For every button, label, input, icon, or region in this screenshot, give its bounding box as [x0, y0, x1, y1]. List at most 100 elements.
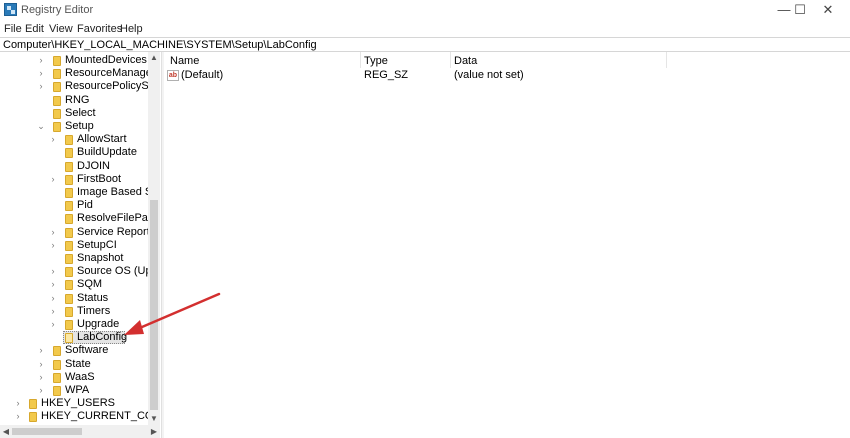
tree-item-label: ResourceManager — [65, 67, 148, 80]
tree-item-label: RNG — [65, 93, 90, 106]
tree-item-setupci[interactable]: › SetupCI — [0, 239, 148, 252]
tree-item-hkey-users[interactable]: › HKEY_USERS — [0, 397, 148, 410]
folder-icon — [65, 240, 73, 251]
tree-item-software[interactable]: › Software — [0, 344, 148, 357]
column-divider[interactable] — [450, 52, 451, 68]
scroll-thumb-horizontal[interactable] — [12, 428, 82, 435]
chevron-down-icon[interactable]: ⌄ — [37, 120, 45, 133]
tree-item-pid[interactable]: Pid — [0, 199, 148, 212]
tree-item-buildupdate[interactable]: BuildUpdate — [0, 146, 148, 159]
folder-icon — [53, 82, 61, 93]
menu-bar: File Edit View Favorites Help — [0, 20, 850, 37]
chevron-right-icon[interactable]: › — [49, 133, 57, 146]
folder-icon — [53, 69, 61, 80]
column-divider[interactable] — [360, 52, 361, 68]
tree-item-label: FirstBoot — [77, 172, 122, 185]
folder-icon — [53, 386, 61, 396]
column-header-data[interactable]: Data — [454, 54, 477, 68]
menu-favorites[interactable]: Favorites — [77, 23, 122, 35]
tree-item-mounteddevices[interactable]: › MountedDevices — [0, 54, 148, 67]
tree-vertical-scrollbar[interactable]: ▲ ▼ — [148, 52, 160, 425]
tree-item-labconfig[interactable]: LabConfig — [0, 331, 148, 345]
scroll-thumb[interactable] — [150, 200, 158, 410]
column-header-type[interactable]: Type — [364, 54, 388, 68]
tree-item-select[interactable]: Select — [0, 107, 148, 120]
chevron-right-icon[interactable]: › — [49, 278, 57, 291]
tree-horizontal-scrollbar[interactable]: ◀ ▶ — [0, 425, 160, 438]
chevron-right-icon[interactable]: › — [37, 67, 45, 80]
tree-item-allowstart[interactable]: › AllowStart — [0, 133, 148, 146]
folder-icon — [65, 267, 73, 278]
chevron-right-icon[interactable]: › — [37, 80, 45, 93]
folder-icon — [29, 412, 37, 423]
chevron-right-icon[interactable]: › — [49, 318, 57, 331]
folder-icon — [65, 306, 73, 317]
tree-item-state[interactable]: › State — [0, 358, 148, 371]
chevron-right-icon[interactable]: › — [37, 371, 45, 384]
column-divider[interactable] — [666, 52, 667, 68]
tree-item-waas[interactable]: › WaaS — [0, 371, 148, 384]
chevron-right-icon[interactable]: › — [49, 226, 57, 239]
tree-item-resolvefilepaths[interactable]: ResolveFilePaths — [0, 212, 148, 225]
chevron-right-icon[interactable]: › — [14, 397, 22, 410]
scroll-left-icon[interactable]: ◀ — [0, 425, 12, 438]
column-header-name[interactable]: Name — [170, 54, 199, 68]
address-path[interactable]: Computer\HKEY_LOCAL_MACHINE\SYSTEM\Setup… — [3, 39, 317, 51]
chevron-right-icon[interactable]: › — [37, 384, 45, 397]
tree-item-service-reporting[interactable]: › Service Reporting — [0, 226, 148, 239]
tree-item-upgrade[interactable]: › Upgrade — [0, 318, 148, 331]
tree-item-hkey-current-config[interactable]: › HKEY_CURRENT_CONFIG — [0, 410, 148, 423]
tree-item-label: Upgrade — [77, 318, 120, 330]
menu-help[interactable]: Help — [120, 23, 143, 35]
scroll-right-icon[interactable]: ▶ — [148, 425, 160, 438]
folder-icon — [53, 56, 61, 66]
scroll-up-icon[interactable]: ▲ — [148, 52, 160, 64]
tree-item-label: State — [65, 357, 91, 370]
tree-item-source-os-updat[interactable]: › Source OS (Updat — [0, 265, 148, 278]
value-data: (value not set) — [454, 69, 524, 81]
folder-icon — [53, 346, 61, 357]
folder-icon — [53, 122, 61, 132]
value-row[interactable]: ab (Default) REG_SZ (value not set) — [164, 69, 850, 82]
scroll-down-icon[interactable]: ▼ — [148, 413, 160, 425]
folder-icon — [53, 359, 61, 370]
tree-item-rng[interactable]: RNG — [0, 94, 148, 107]
chevron-right-icon[interactable]: › — [49, 239, 57, 252]
tree-item-label: HKEY_USERS — [41, 397, 115, 410]
tree-item-label: ResourcePolicyStore — [65, 80, 148, 93]
chevron-right-icon[interactable]: › — [37, 344, 45, 357]
folder-icon — [65, 333, 73, 344]
tree-item-timers[interactable]: › Timers — [0, 305, 148, 318]
tree-item-label: HKEY_CURRENT_CONFIG — [41, 410, 148, 423]
tree-item-setup[interactable]: ⌄ Setup — [0, 120, 148, 133]
address-bar[interactable]: Computer\HKEY_LOCAL_MACHINE\SYSTEM\Setup… — [0, 37, 850, 52]
chevron-right-icon[interactable]: › — [37, 358, 45, 371]
menu-file[interactable]: File — [4, 23, 22, 35]
tree-item-snapshot[interactable]: Snapshot — [0, 252, 148, 265]
tree-item-resourcepolicystore[interactable]: › ResourcePolicyStore — [0, 80, 148, 93]
key-tree[interactable]: › MountedDevices › ResourceManager › Resource… — [0, 52, 148, 425]
chevron-right-icon[interactable]: › — [37, 54, 45, 67]
chevron-right-icon[interactable]: › — [49, 305, 57, 318]
folder-icon — [65, 135, 73, 146]
tree-item-label: AllowStart — [77, 133, 127, 146]
tree-item-resourcemanager[interactable]: › ResourceManager — [0, 67, 148, 80]
tree-item-status[interactable]: › Status — [0, 292, 148, 305]
menu-edit[interactable]: Edit — [25, 23, 44, 35]
chevron-right-icon[interactable]: › — [49, 292, 57, 305]
folder-icon — [65, 293, 73, 304]
tree-item-label: Timers — [77, 304, 111, 317]
chevron-right-icon[interactable]: › — [49, 265, 57, 278]
tree-item-firstboot[interactable]: › FirstBoot — [0, 173, 148, 186]
folder-icon — [53, 108, 61, 119]
tree-item-djoin[interactable]: DJOIN — [0, 160, 148, 173]
tree-item-sqm[interactable]: › SQM — [0, 278, 148, 291]
close-button[interactable]: ✕ — [806, 0, 850, 20]
chevron-right-icon[interactable]: › — [14, 410, 22, 423]
values-list[interactable]: Name Type Data ab (Default) REG_SZ (valu… — [164, 52, 850, 438]
tree-item-image-based-setu[interactable]: Image Based Setu — [0, 186, 148, 199]
folder-icon — [65, 148, 73, 159]
tree-item-wpa[interactable]: › WPA — [0, 384, 148, 397]
chevron-right-icon[interactable]: › — [49, 173, 57, 186]
menu-view[interactable]: View — [49, 23, 73, 35]
